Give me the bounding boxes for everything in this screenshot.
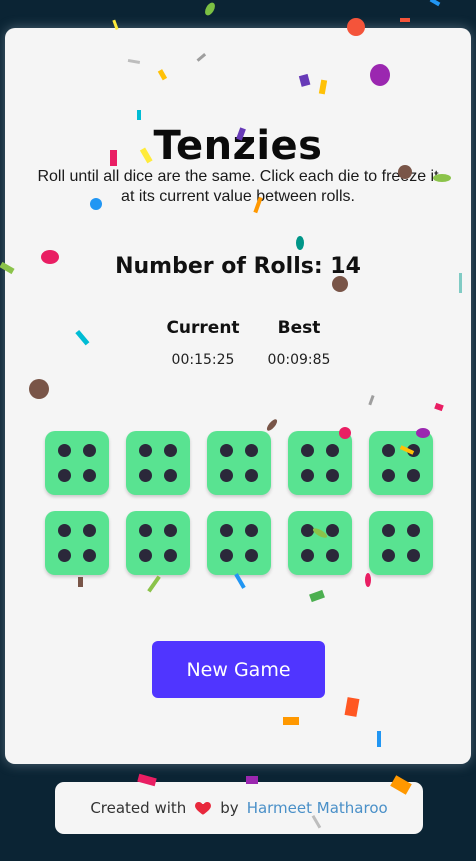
game-title: Tenzies (153, 123, 323, 169)
die-pip (219, 443, 233, 457)
die-pip (219, 469, 233, 483)
timer-panel: Current Best 00:15:25 00:09:85 (160, 318, 340, 368)
die-pip (407, 549, 421, 563)
die-pip (326, 443, 340, 457)
die-pip (326, 549, 340, 563)
die-value: 4 (288, 431, 289, 432)
die-value: 4 (207, 511, 208, 512)
app-root: Tenzies Roll until all dice are the same… (0, 0, 476, 861)
die-value: 4 (288, 511, 289, 512)
die-pip (164, 523, 178, 537)
die-3[interactable]: 4 (207, 431, 271, 495)
die-pip (245, 443, 259, 457)
die-pip (300, 549, 314, 563)
footer-prefix: Created with (90, 799, 187, 817)
die-pip (57, 469, 71, 483)
die-2[interactable]: 4 (126, 431, 190, 495)
die-pip (164, 469, 178, 483)
die-pip (138, 469, 152, 483)
die-pip (245, 549, 259, 563)
game-card: Tenzies Roll until all dice are the same… (5, 28, 471, 764)
die-value: 4 (45, 511, 46, 512)
die-9[interactable]: 4 (288, 511, 352, 575)
die-pip (164, 549, 178, 563)
die-pip (138, 443, 152, 457)
die-value: 4 (126, 511, 127, 512)
die-value: 4 (369, 511, 370, 512)
die-pip (381, 443, 395, 457)
die-pip (164, 443, 178, 457)
die-5[interactable]: 4 (369, 431, 433, 495)
die-8[interactable]: 4 (207, 511, 271, 575)
current-time-label: Current (166, 318, 240, 338)
die-value: 4 (207, 431, 208, 432)
die-pip (83, 443, 97, 457)
die-pip (381, 549, 395, 563)
die-pip (83, 549, 97, 563)
new-game-button[interactable]: New Game (152, 641, 325, 698)
heart-icon (194, 799, 212, 817)
die-pip (138, 523, 152, 537)
footer-by: by (220, 799, 239, 817)
die-7[interactable]: 4 (126, 511, 190, 575)
dice-grid: 4 4 4 4 4 4 4 4 4 4 (45, 431, 435, 575)
author-link[interactable]: Harmeet Matharoo (247, 799, 388, 817)
die-pip (407, 469, 421, 483)
die-pip (326, 469, 340, 483)
die-value: 4 (45, 431, 46, 432)
die-4[interactable]: 4 (288, 431, 352, 495)
current-time-value: 00:15:25 (171, 352, 235, 368)
rolls-counter: Number of Rolls: 14 (115, 254, 361, 279)
die-1[interactable]: 4 (45, 431, 109, 495)
die-pip (300, 443, 314, 457)
die-pip (219, 523, 233, 537)
die-pip (381, 523, 395, 537)
die-pip (245, 469, 259, 483)
die-pip (245, 523, 259, 537)
die-pip (57, 443, 71, 457)
die-pip (300, 523, 314, 537)
die-pip (407, 443, 421, 457)
die-pip (300, 469, 314, 483)
best-time-value: 00:09:85 (267, 352, 331, 368)
die-pip (138, 549, 152, 563)
die-pip (407, 523, 421, 537)
die-pip (83, 469, 97, 483)
die-pip (381, 469, 395, 483)
die-value: 4 (126, 431, 127, 432)
die-pip (219, 549, 233, 563)
die-value: 4 (369, 431, 370, 432)
die-6[interactable]: 4 (45, 511, 109, 575)
die-pip (326, 523, 340, 537)
instructions-text: Roll until all dice are the same. Click … (37, 168, 439, 205)
footer-credit: Created with by Harmeet Matharoo (55, 782, 423, 834)
die-pip (57, 523, 71, 537)
die-10[interactable]: 4 (369, 511, 433, 575)
die-pip (83, 523, 97, 537)
die-pip (57, 549, 71, 563)
best-time-label: Best (277, 318, 321, 338)
